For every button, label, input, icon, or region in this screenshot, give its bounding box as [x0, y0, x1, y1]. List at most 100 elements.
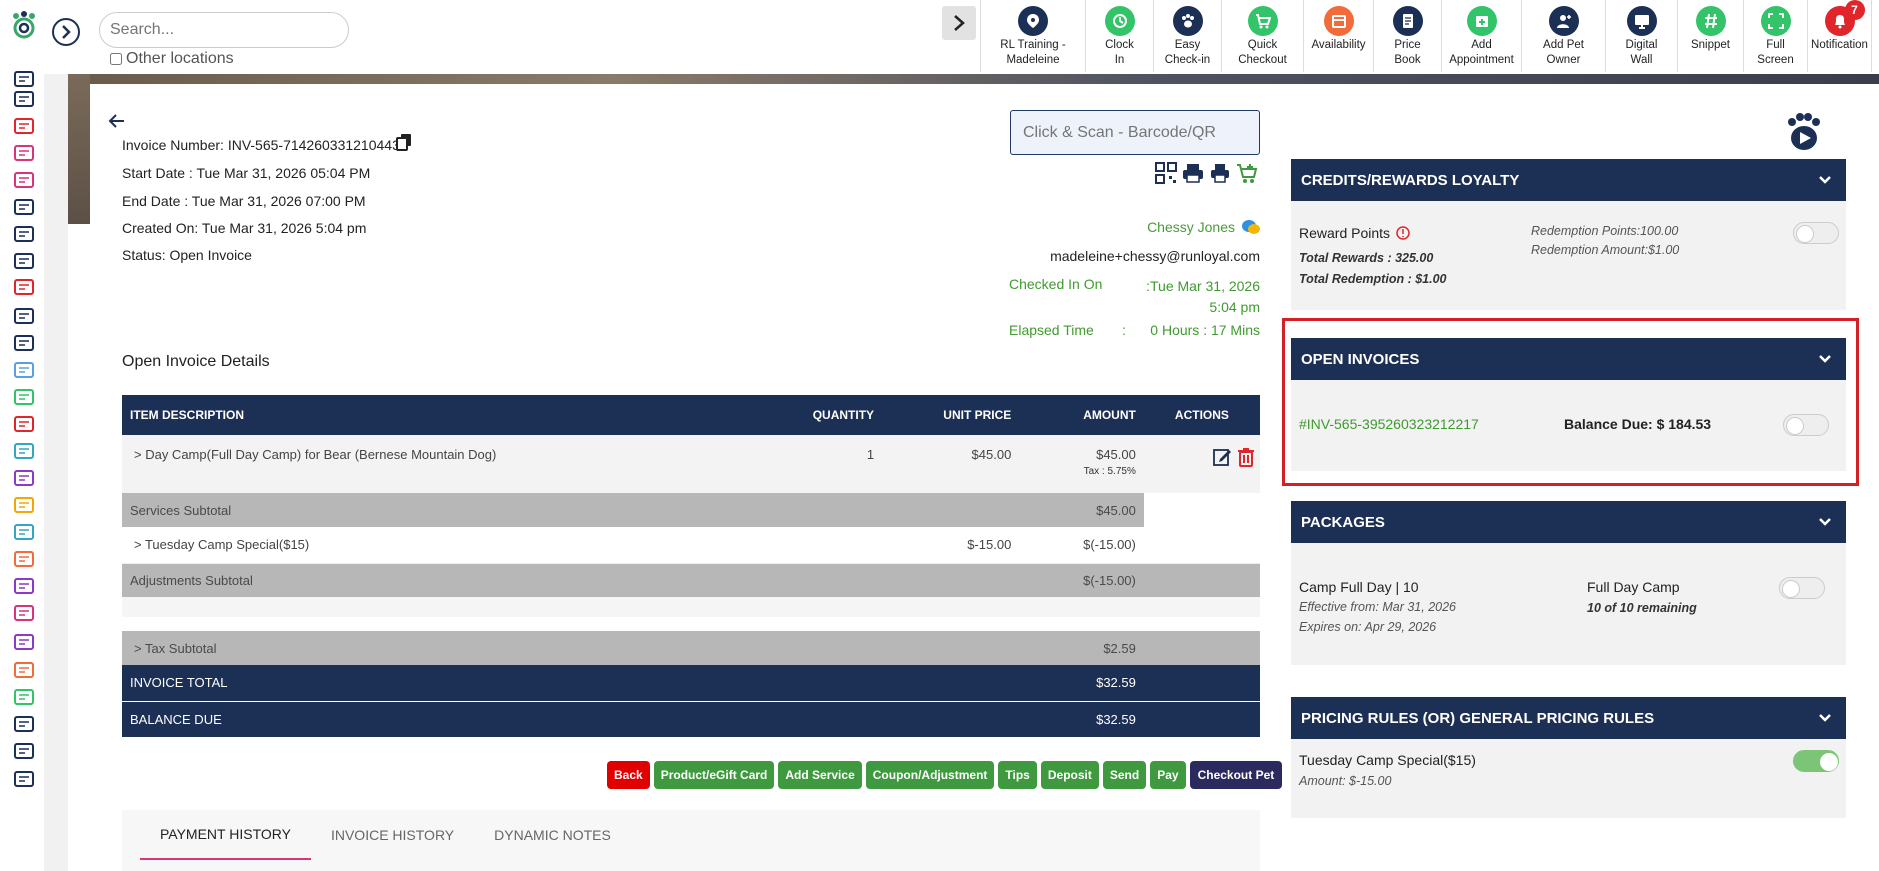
paw-play-icon[interactable] — [1782, 112, 1824, 152]
tools-lock-icon[interactable] — [10, 768, 38, 790]
pay-button[interactable]: Pay — [1150, 761, 1186, 789]
pricing-rules-panel: PRICING RULES (OR) GENERAL PRICING RULES… — [1291, 697, 1846, 818]
toolbar-item-user[interactable]: Madelei — [1871, 0, 1879, 72]
receipt-print-icon[interactable] — [1209, 162, 1231, 184]
item-description[interactable]: > Day Camp(Full Day Camp) for Bear (Bern… — [122, 435, 756, 493]
thumbs-up-icon[interactable] — [10, 631, 38, 653]
tax-subtotal-row[interactable]: > Tax Subtotal $2.59 — [122, 631, 1260, 665]
cart-icon[interactable] — [10, 440, 38, 462]
panel-header[interactable]: PACKAGES — [1291, 501, 1846, 543]
back-button[interactable]: Back — [607, 761, 650, 789]
invoice-tabs: PAYMENT HISTORY INVOICE HISTORY DYNAMIC … — [122, 810, 1260, 871]
today-icon[interactable] — [10, 68, 38, 90]
tab-dynamic-notes[interactable]: DYNAMIC NOTES — [474, 810, 631, 860]
grid-icon[interactable] — [10, 359, 38, 381]
product-egift-button[interactable]: Product/eGift Card — [653, 761, 775, 789]
invoice-total-value: $32.59 — [1019, 665, 1144, 701]
open-invoice-toggle[interactable] — [1783, 414, 1829, 436]
pet-agility-icon[interactable] — [10, 142, 38, 164]
item-tax: Tax : 5.75% — [1083, 466, 1136, 477]
schedule-icon[interactable] — [10, 305, 38, 327]
panel-header[interactable]: PRICING RULES (OR) GENERAL PRICING RULES — [1291, 697, 1846, 739]
toolbar-item-calendar[interactable]: Availability — [1303, 0, 1373, 72]
deposit-button[interactable]: Deposit — [1040, 761, 1099, 789]
toolbar-item-hash[interactable]: Snippet — [1677, 0, 1743, 72]
adjustment-row[interactable]: > Tuesday Camp Special($15) $-15.00 $(-1… — [122, 527, 1260, 564]
panel-header[interactable]: CREDITS/REWARDS LOYALTY — [1291, 159, 1846, 201]
tab-invoice-history[interactable]: INVOICE HISTORY — [311, 810, 474, 860]
app-logo-icon[interactable] — [8, 10, 40, 40]
chat-icon[interactable] — [10, 575, 38, 597]
chevron-down-icon[interactable] — [1818, 354, 1832, 364]
pricing-rule-toggle[interactable] — [1793, 750, 1839, 772]
chevron-down-icon[interactable] — [1818, 713, 1832, 723]
toolbar-item-monitor[interactable]: Digital Wall — [1605, 0, 1677, 72]
toolbar-item-location-pin[interactable]: RL Training - Madeleine — [980, 0, 1085, 72]
today-edit-icon[interactable] — [10, 250, 38, 272]
qr-code-icon[interactable] — [1155, 162, 1177, 184]
rocket-icon[interactable] — [10, 659, 38, 681]
analytics-lock-icon[interactable] — [10, 686, 38, 708]
add-service-button[interactable]: Add Service — [778, 761, 862, 789]
calendar-edit-icon[interactable] — [10, 276, 38, 298]
toolbar-toggle-button[interactable] — [942, 6, 976, 40]
back-arrow-icon[interactable] — [108, 112, 126, 130]
print-icon[interactable] — [1182, 162, 1204, 184]
adjustment-description[interactable]: > Tuesday Camp Special($15) — [122, 527, 756, 564]
checkout-pet-button[interactable]: Checkout Pet — [1189, 761, 1283, 789]
tax-subtotal-label[interactable]: > Tax Subtotal — [122, 631, 756, 665]
gallery-icon[interactable] — [10, 602, 38, 624]
kennel-icon[interactable] — [10, 169, 38, 191]
table-spacer — [122, 597, 1260, 617]
chevron-down-icon[interactable] — [1818, 175, 1832, 185]
customer-name-link[interactable]: Chessy Jones — [1147, 218, 1261, 236]
pet-search-icon[interactable] — [10, 467, 38, 489]
toolbar-item-book[interactable]: Price Book — [1373, 0, 1441, 72]
elapsed-time-value: 0 Hours : 17 Mins — [1150, 322, 1260, 338]
chat-bubbles-icon[interactable] — [1241, 218, 1261, 236]
report-icon[interactable] — [10, 413, 38, 435]
paw-icon[interactable] — [10, 494, 38, 516]
barcode-scan-input[interactable] — [1010, 110, 1260, 155]
send-button[interactable]: Send — [1102, 761, 1147, 789]
coupon-adjustment-button[interactable]: Coupon/Adjustment — [865, 761, 995, 789]
checklist-icon[interactable] — [10, 196, 38, 218]
notification-icon[interactable] — [10, 521, 38, 543]
toolbar-item-add-user[interactable]: Add Pet Owner — [1521, 0, 1605, 72]
panel-header[interactable]: OPEN INVOICES — [1291, 338, 1846, 380]
other-locations-check[interactable] — [110, 53, 122, 65]
credits-rewards-panel: CREDITS/REWARDS LOYALTY Reward Points To… — [1291, 159, 1846, 310]
calendar-icon[interactable] — [10, 115, 38, 137]
settings-clock-icon[interactable] — [10, 713, 38, 735]
toolbar-item-fullscreen[interactable]: Full Screen — [1743, 0, 1807, 72]
user-icon[interactable] — [10, 548, 38, 570]
task-icon[interactable] — [10, 386, 38, 408]
delete-icon[interactable] — [1236, 447, 1256, 467]
location-icon[interactable] — [10, 223, 38, 245]
table-row[interactable]: > Day Camp(Full Day Camp) for Bear (Bern… — [122, 435, 1260, 493]
team-icon[interactable] — [10, 740, 38, 762]
chevron-down-icon[interactable] — [1818, 517, 1832, 527]
open-invoice-link[interactable]: #INV-565-395260323212217 — [1299, 416, 1479, 432]
toolbar-item-clock[interactable]: Clock In — [1085, 0, 1153, 72]
expand-sidebar-button[interactable] — [52, 18, 80, 46]
toolbar-item-label: Availability — [1311, 39, 1366, 51]
cart-plus-icon[interactable] — [1236, 162, 1258, 184]
header-banner-image — [68, 74, 1879, 84]
edit-icon[interactable] — [1212, 447, 1232, 467]
search-input[interactable] — [99, 12, 349, 48]
package-toggle[interactable] — [1779, 577, 1825, 599]
toolbar-item-cart[interactable]: Quick Checkout — [1221, 0, 1303, 72]
table-header-row: ITEM DESCRIPTION QUANTITY UNIT PRICE AMO… — [122, 395, 1260, 435]
other-locations-checkbox[interactable]: Other locations — [110, 50, 234, 68]
tips-button[interactable]: Tips — [998, 761, 1037, 789]
copy-icon[interactable] — [396, 133, 412, 151]
dashboard-icon[interactable] — [10, 88, 38, 110]
toolbar-item-bell[interactable]: 7 Notification — [1807, 0, 1871, 72]
rewards-toggle[interactable] — [1793, 222, 1839, 244]
tab-payment-history[interactable]: PAYMENT HISTORY — [140, 810, 311, 860]
toolbar-item-paw[interactable]: Easy Check-in — [1153, 0, 1221, 72]
info-icon[interactable] — [1396, 226, 1410, 240]
calendar-user-icon[interactable] — [10, 332, 38, 354]
toolbar-item-add-calendar[interactable]: Add Appointment — [1441, 0, 1521, 72]
